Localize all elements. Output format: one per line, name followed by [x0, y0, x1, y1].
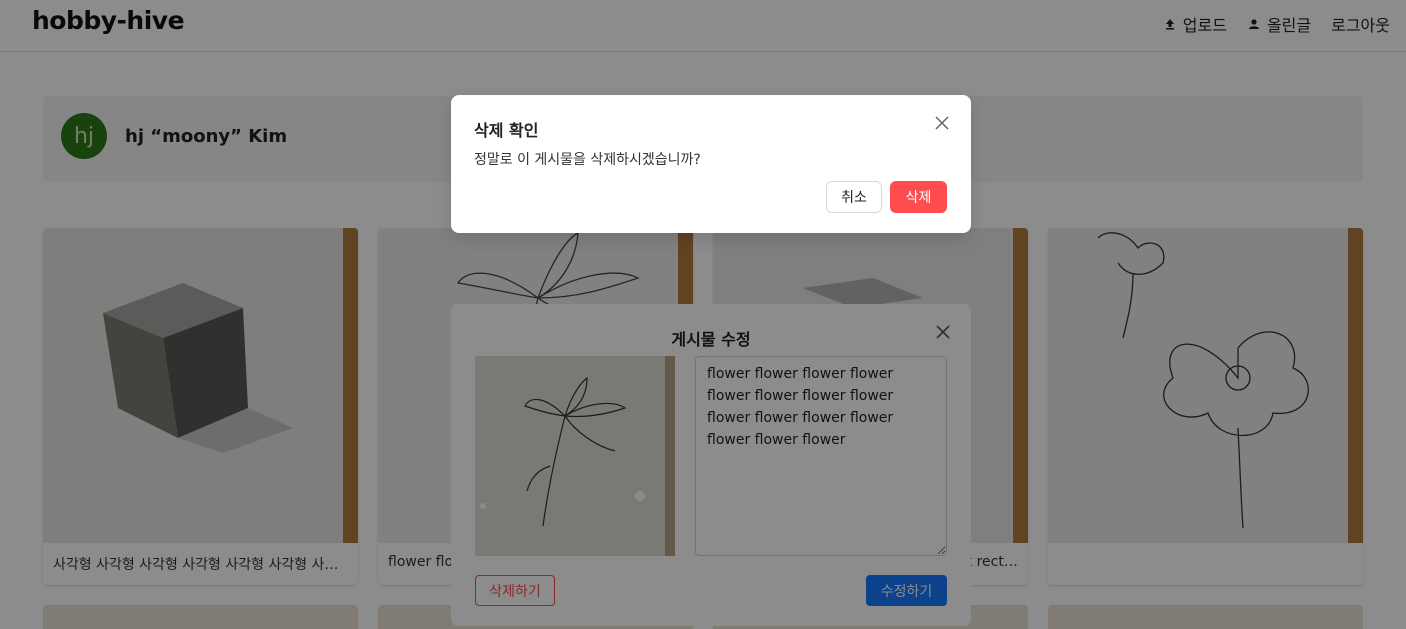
edit-modal-mask	[451, 304, 971, 626]
close-icon[interactable]	[934, 115, 950, 131]
cancel-button[interactable]: 취소	[826, 181, 882, 213]
confirm-modal-title: 삭제 확인	[474, 121, 539, 140]
confirm-modal-message: 정말로 이 게시물을 삭제하시겠습니까?	[474, 152, 701, 168]
confirm-delete-button[interactable]: 삭제	[890, 181, 947, 213]
delete-confirm-modal: 삭제 확인 정말로 이 게시물을 삭제하시겠습니까? 취소 삭제	[451, 95, 971, 233]
